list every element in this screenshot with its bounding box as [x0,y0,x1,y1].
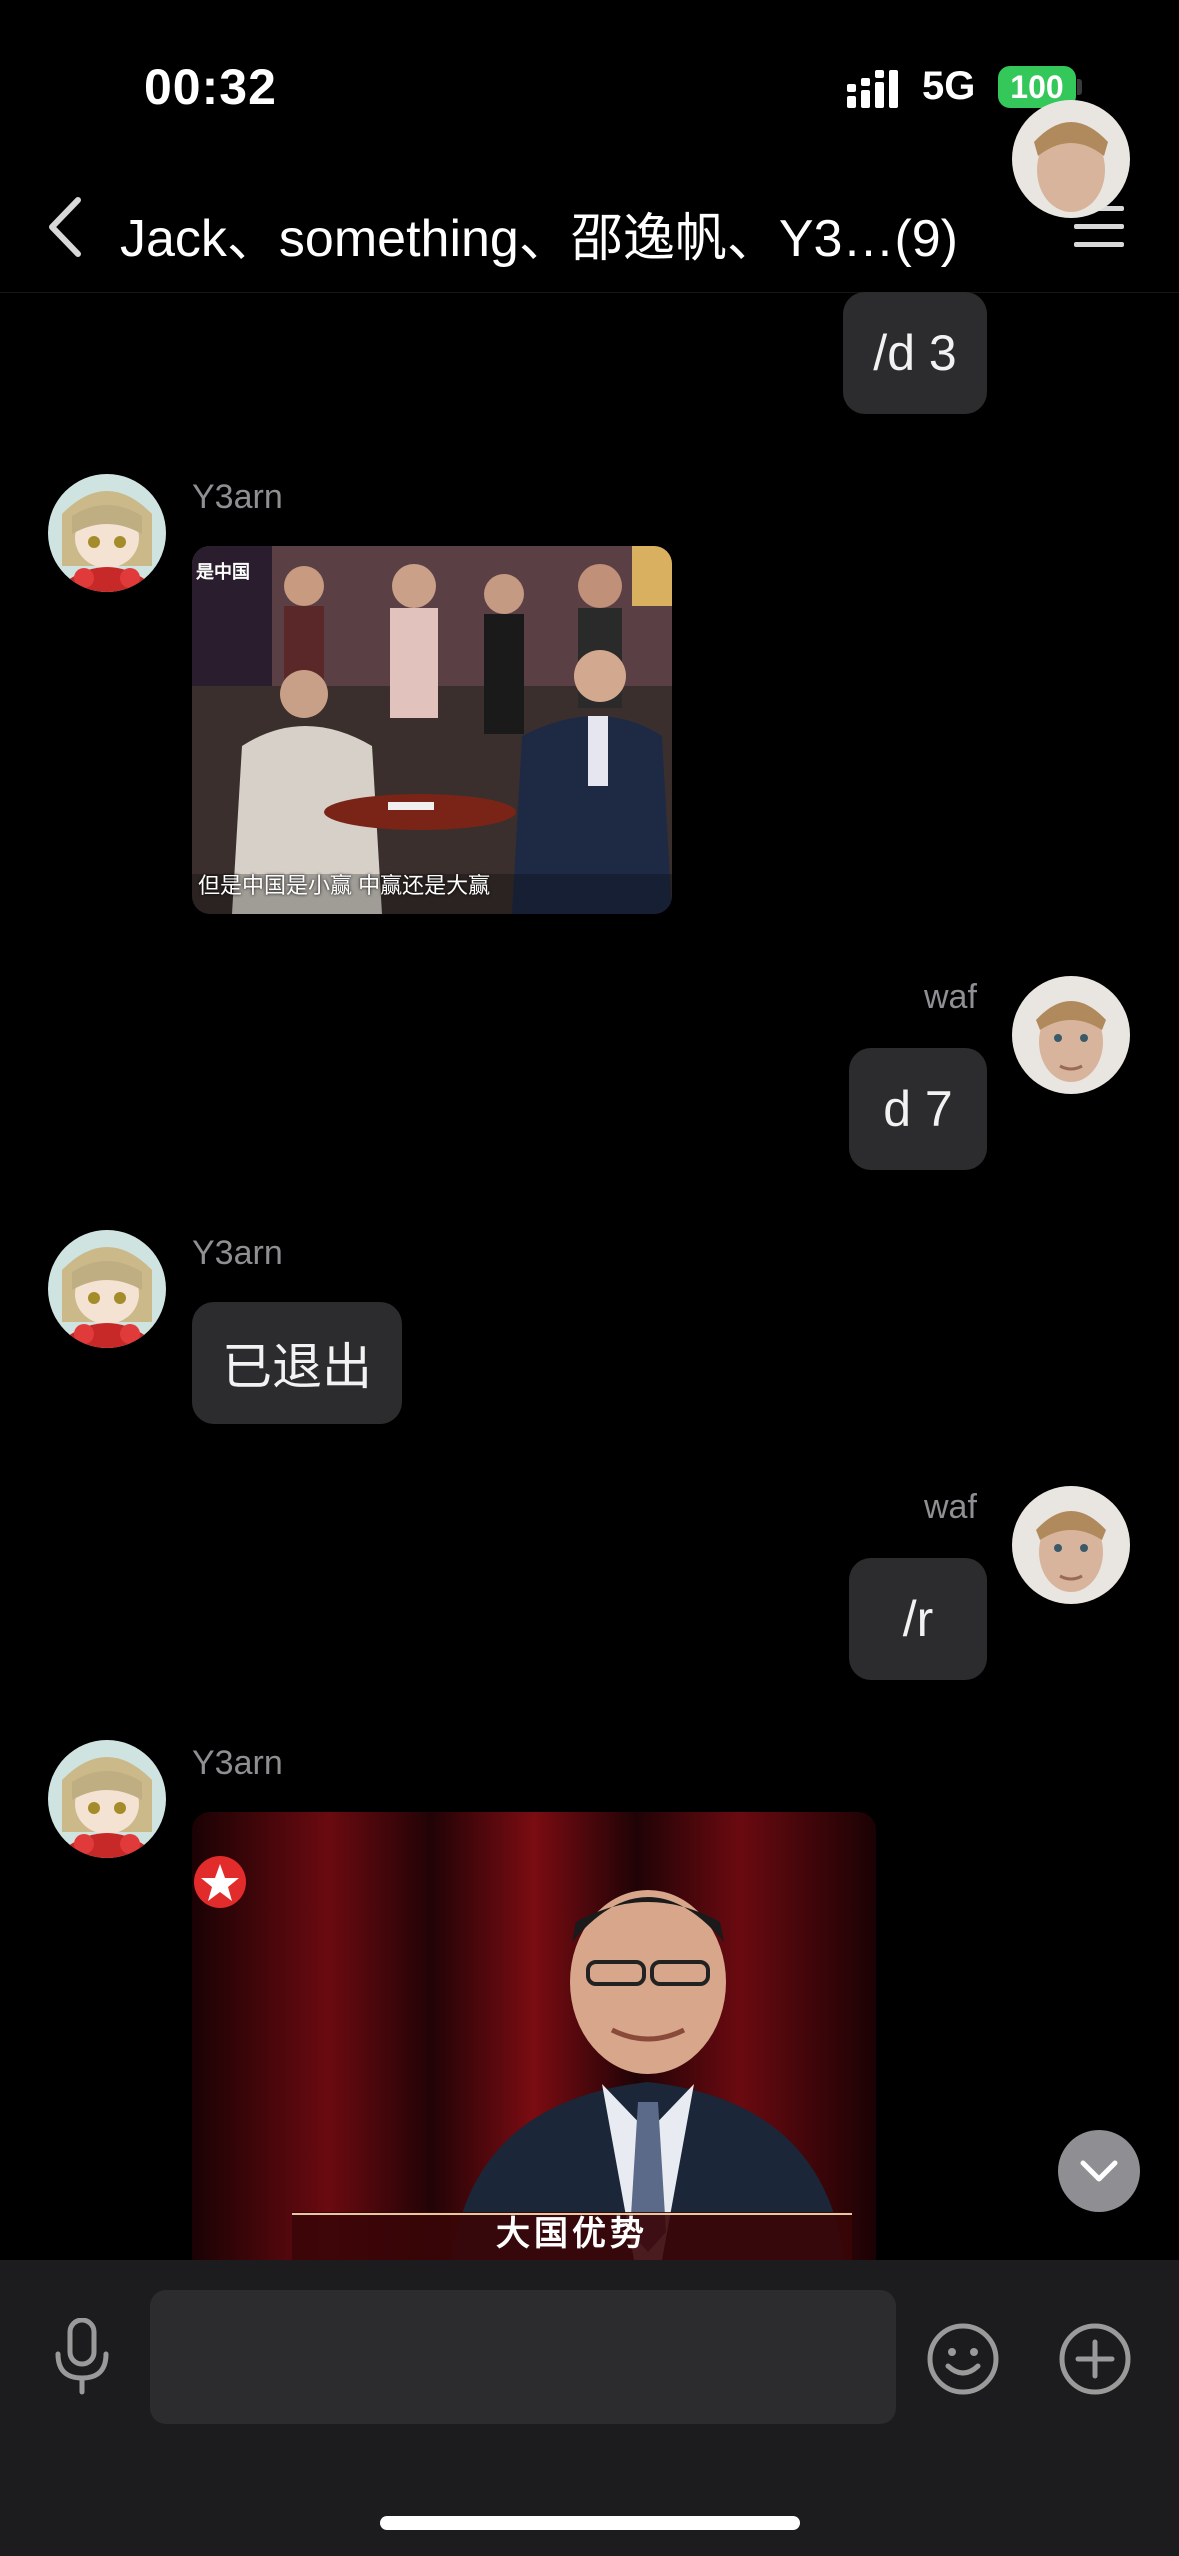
emoji-icon[interactable] [926,2322,1000,2396]
avatar-waf[interactable] [1012,1486,1130,1604]
message-bubble[interactable]: 已退出 [192,1302,402,1424]
message-text: /r [902,1591,934,1647]
message-text: 已退出 [222,1339,372,1395]
sender-name: Y3arn [192,1744,283,1782]
message-bubble[interactable]: /r [849,1558,987,1680]
plus-circle-icon[interactable] [1058,2322,1132,2396]
message-image[interactable]: 大国优势 [192,1812,876,2260]
status-time: 00:32 [144,59,277,115]
network-type: 5G [922,64,976,108]
message-text: /d 3 [873,325,957,381]
sender-name: waf [924,1488,977,1526]
message-image[interactable]: 是中国 但是中国是小赢 中赢还是大赢 [192,546,672,914]
message-input[interactable] [150,2290,896,2424]
chat-title[interactable]: Jack、something、邵逸帆、Y3…(9) [120,196,958,271]
microphone-icon[interactable] [54,2318,110,2396]
image-caption: 但是中国是小赢 中赢还是大赢 [198,873,491,898]
avatar-y3arn[interactable] [48,1230,166,1348]
chevron-down-icon [1080,2160,1118,2182]
stage-speaker-image [192,1812,876,2260]
sender-name: Y3arn [192,478,283,516]
message-bubble[interactable]: d 7 [849,1048,987,1170]
scroll-to-bottom-button[interactable] [1058,2130,1140,2212]
avatar-y3arn[interactable] [48,474,166,592]
image-caption: 大国优势 [496,2215,648,2253]
cellular-signal-icon [847,70,898,108]
avatar-y3arn[interactable] [48,1740,166,1858]
message-bubble[interactable]: /d 3 [843,292,987,414]
battery-cap [1077,79,1082,95]
avatar-waf[interactable] [1012,976,1130,1094]
chevron-left-icon[interactable] [44,196,84,258]
nav-divider [0,292,1179,293]
sender-name: Y3arn [192,1234,283,1272]
avatar-waf[interactable] [1012,100,1130,218]
svg-text:是中国: 是中国 [195,561,250,582]
tv-show-image: 是中国 [192,546,672,914]
message-text: d 7 [883,1081,953,1137]
home-indicator [380,2516,800,2530]
sender-name: waf [924,978,977,1016]
